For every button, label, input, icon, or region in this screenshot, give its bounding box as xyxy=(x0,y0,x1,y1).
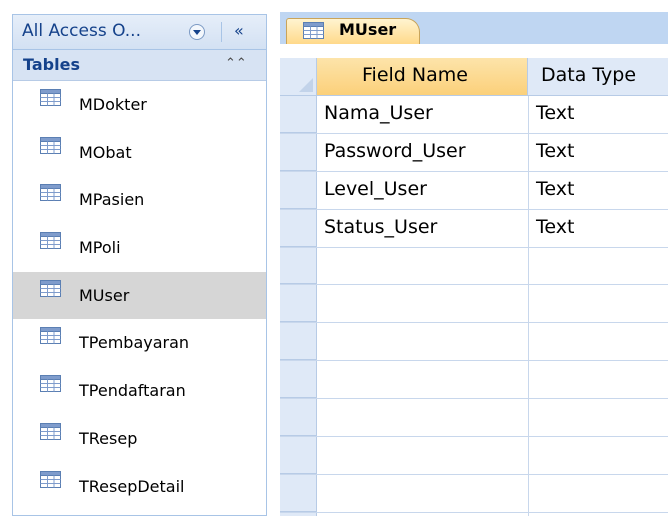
nav-item-label: MPasien xyxy=(79,190,145,210)
nav-item-label: TResepDetail xyxy=(79,476,185,496)
field-name-cell[interactable]: Status_User xyxy=(324,216,437,238)
table-icon xyxy=(40,280,61,297)
table-icon xyxy=(40,184,61,201)
nav-item-mobat[interactable]: MObat xyxy=(13,129,266,177)
table-row[interactable]: Level_User Text xyxy=(280,172,668,210)
table-rows: Nama_User Text Password_User Text Level_User… xyxy=(280,96,668,513)
data-type-cell[interactable]: Text xyxy=(536,102,574,124)
row-selector[interactable] xyxy=(280,399,317,437)
table-row[interactable] xyxy=(280,475,668,513)
data-type-cell[interactable]: Text xyxy=(536,140,574,162)
column-header-label: Field Name xyxy=(362,64,468,86)
nav-pane-title[interactable]: All Access O... xyxy=(22,21,141,41)
tab-label: MUser xyxy=(339,20,397,39)
field-name-cell[interactable]: Nama_User xyxy=(324,102,433,124)
column-header-label: Data Type xyxy=(541,64,637,86)
nav-pane-header[interactable]: All Access O... « xyxy=(13,15,266,50)
table-row[interactable] xyxy=(280,361,668,400)
table-row[interactable] xyxy=(280,323,668,362)
table-icon xyxy=(40,137,61,154)
shutter-bar-close-button[interactable]: « xyxy=(234,21,244,40)
chevron-down-icon[interactable] xyxy=(189,24,205,40)
table-icon xyxy=(40,89,61,106)
row-selector[interactable] xyxy=(280,172,317,209)
row-selector[interactable] xyxy=(280,248,317,285)
divider xyxy=(221,22,222,42)
nav-item-label: MDokter xyxy=(79,95,147,114)
nav-item-label: TPembayaran xyxy=(79,333,190,353)
group-label: Tables xyxy=(23,55,80,74)
nav-item-label: MUser xyxy=(79,285,130,305)
nav-item-label: TPendaftaran xyxy=(79,381,186,401)
group-header-tables[interactable]: Tables ⌃⌃ xyxy=(13,50,266,81)
field-name-cell[interactable]: Level_User xyxy=(324,178,427,200)
table-icon xyxy=(40,375,61,392)
row-selector[interactable] xyxy=(280,210,317,247)
table-icon xyxy=(40,423,61,440)
nav-item-tpendaftaran[interactable]: TPendaftaran xyxy=(13,367,266,415)
nav-item-tpembayaran[interactable]: TPembayaran xyxy=(13,319,266,367)
nav-item-mpoli[interactable]: MPoli xyxy=(13,224,266,272)
table-design-grid: Field Name Data Type Nama_User Text Passwo… xyxy=(280,58,668,516)
table-row[interactable] xyxy=(280,437,668,475)
table-row[interactable]: Status_User Text xyxy=(280,210,668,248)
row-selector[interactable] xyxy=(280,285,317,323)
nav-item-label: MPoli xyxy=(79,238,121,258)
field-name-cell[interactable]: Password_User xyxy=(324,140,466,162)
data-type-cell[interactable]: Text xyxy=(536,216,574,238)
table-icon xyxy=(40,232,61,249)
row-selector[interactable] xyxy=(280,323,317,361)
row-selector[interactable] xyxy=(280,96,317,133)
nav-item-tresepdetail[interactable]: TResepDetail xyxy=(13,463,266,511)
column-header-field-name[interactable]: Field Name xyxy=(317,58,528,96)
row-selector[interactable] xyxy=(280,437,317,474)
nav-item-label: TResep xyxy=(79,428,138,448)
table-row[interactable] xyxy=(280,248,668,286)
nav-item-mpasien[interactable]: MPasien xyxy=(13,176,266,224)
row-selector[interactable] xyxy=(280,361,317,399)
nav-item-tresep[interactable]: TResep xyxy=(13,415,266,463)
nav-item-muser[interactable]: MUser xyxy=(13,271,266,320)
table-row[interactable]: Password_User Text xyxy=(280,134,668,172)
nav-item-label: MObat xyxy=(79,142,132,162)
select-all-corner[interactable] xyxy=(280,58,317,96)
column-header-data-type[interactable]: Data Type xyxy=(528,58,668,96)
nav-item-mdokter[interactable]: MDokter xyxy=(13,81,266,129)
table-icon xyxy=(303,22,324,39)
table-row[interactable] xyxy=(280,399,668,438)
table-icon xyxy=(40,327,61,344)
table-row[interactable]: Nama_User Text xyxy=(280,96,668,134)
table-icon xyxy=(40,471,61,488)
data-type-cell[interactable]: Text xyxy=(536,178,574,200)
document-tab-strip: MUser xyxy=(280,12,668,44)
navigation-pane: All Access O... « Tables ⌃⌃ MDokter MObat… xyxy=(12,14,267,516)
nav-item-list: MDokter MObat MPasien MPoli MUser TPembayaran… xyxy=(13,81,266,510)
tab-muser[interactable]: MUser xyxy=(286,18,420,44)
table-row[interactable] xyxy=(280,285,668,324)
collapse-icon[interactable]: ⌃⌃ xyxy=(225,56,247,71)
row-selector[interactable] xyxy=(280,134,317,171)
row-selector[interactable] xyxy=(280,475,317,512)
